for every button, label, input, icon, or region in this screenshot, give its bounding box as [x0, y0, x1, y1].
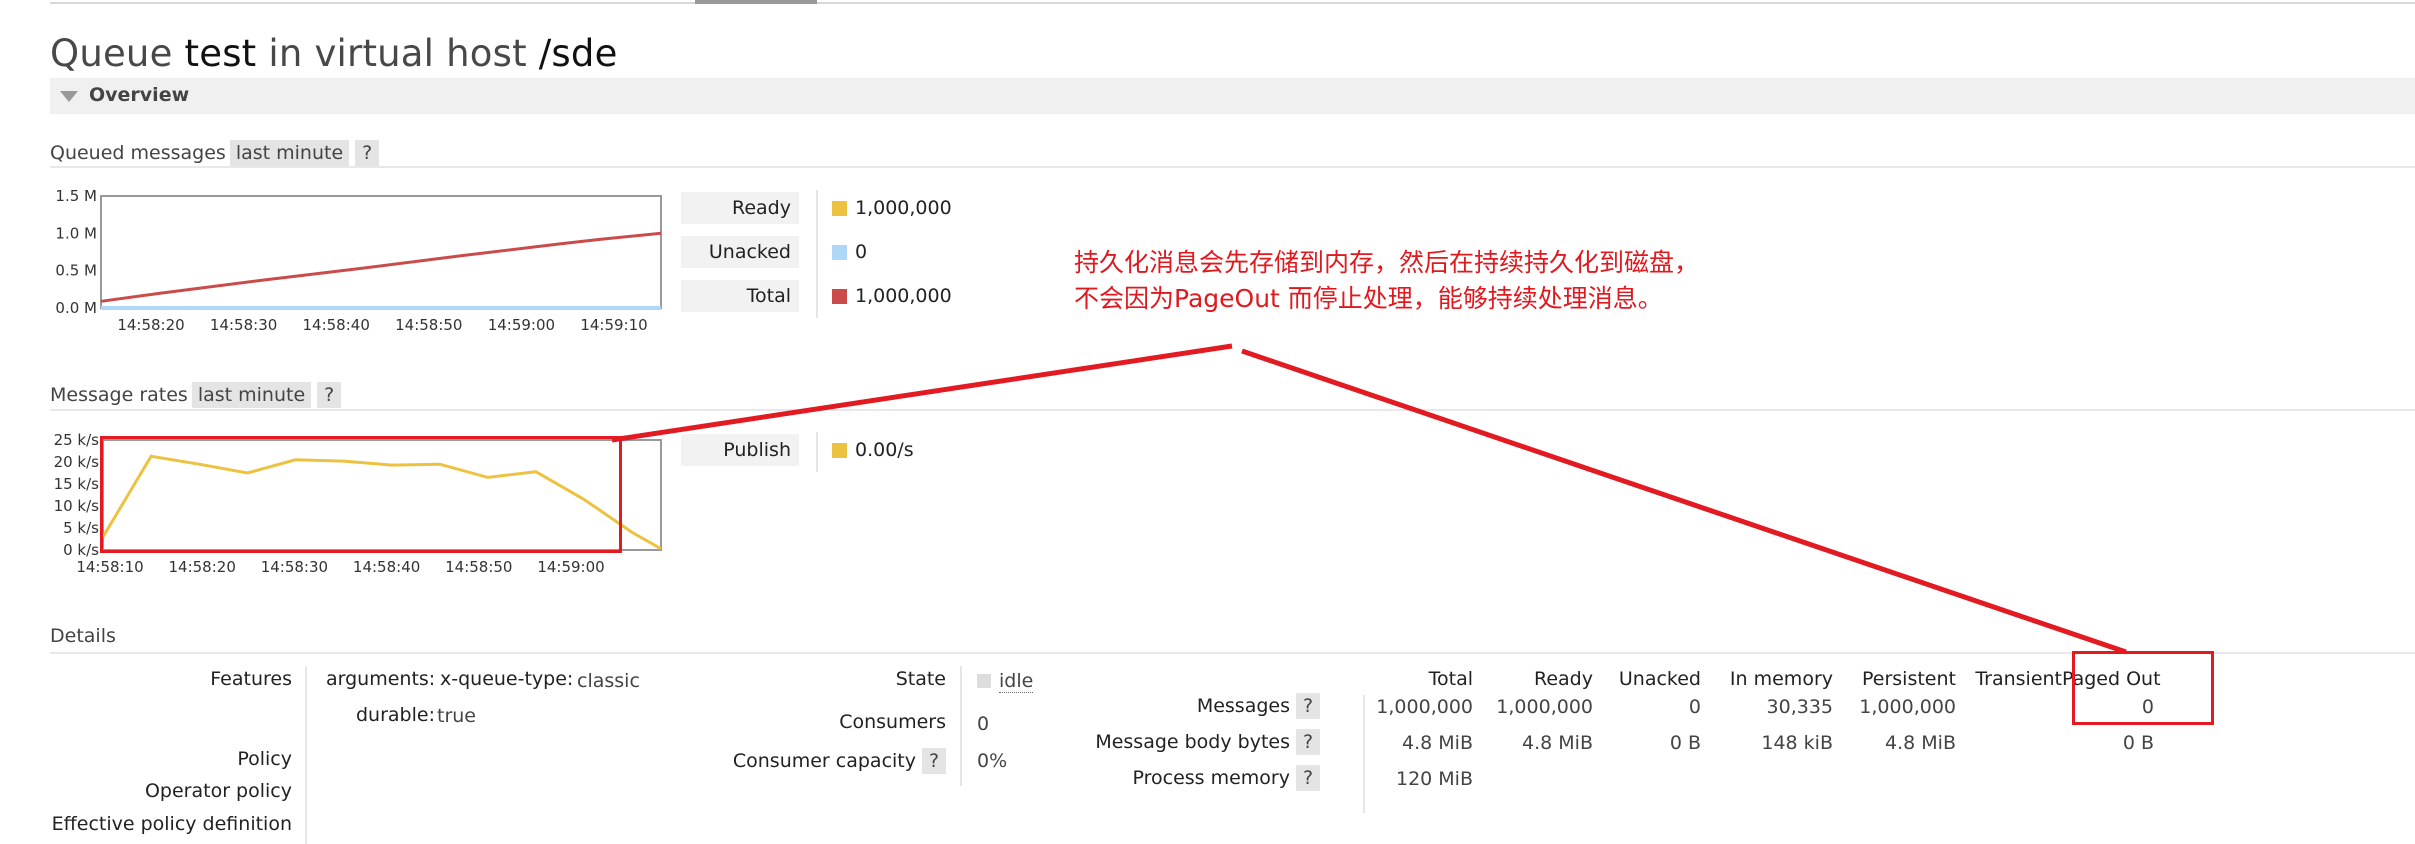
annotation-line-right: [1241, 348, 2127, 655]
annotation-line-left: [611, 343, 1233, 443]
annotation-arrows: [611, 343, 2127, 655]
